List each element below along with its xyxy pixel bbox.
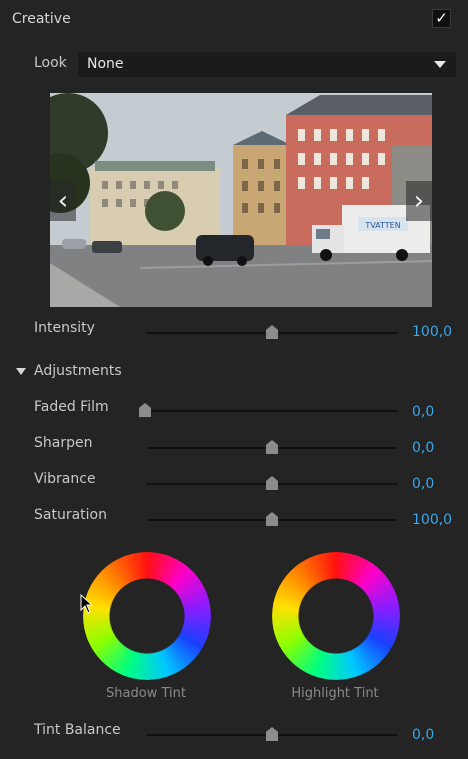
adjustments-collapse-icon[interactable]: [16, 368, 26, 375]
look-dropdown[interactable]: None: [78, 52, 456, 77]
creative-enable-checkbox[interactable]: ✓: [432, 9, 451, 28]
vibrance-slider-thumb[interactable]: [266, 476, 278, 490]
intensity-value[interactable]: 100,0: [412, 324, 452, 340]
faded-film-label: Faded Film: [34, 399, 109, 415]
preview-next-button[interactable]: ›: [406, 181, 432, 221]
faded-film-value[interactable]: 0,0: [412, 404, 434, 420]
section-title-creative[interactable]: Creative: [12, 11, 71, 27]
highlight-tint-color-wheel[interactable]: [272, 552, 400, 680]
sharpen-label: Sharpen: [34, 435, 93, 451]
saturation-value[interactable]: 100,0: [412, 512, 452, 528]
mouse-pointer-icon: [80, 594, 92, 614]
street-scene-illustration: TVATTEN: [50, 93, 432, 307]
sharpen-slider-thumb[interactable]: [266, 440, 278, 454]
faded-film-slider-track[interactable]: [147, 410, 397, 412]
look-preview-image: TVATTEN ‹ ›: [50, 93, 432, 307]
tint-balance-value[interactable]: 0,0: [412, 727, 434, 743]
intensity-slider-thumb[interactable]: [266, 325, 278, 339]
saturation-label: Saturation: [34, 507, 107, 523]
saturation-slider-thumb[interactable]: [266, 512, 278, 526]
highlight-tint-label: Highlight Tint: [291, 686, 379, 701]
vibrance-label: Vibrance: [34, 471, 96, 487]
preview-prev-button[interactable]: ‹: [50, 181, 76, 221]
shadow-tint-color-wheel[interactable]: [83, 552, 211, 680]
look-selected-value: None: [87, 56, 124, 72]
look-label: Look: [34, 55, 67, 71]
faded-film-slider-thumb[interactable]: [139, 403, 151, 417]
vibrance-value[interactable]: 0,0: [412, 476, 434, 492]
sharpen-value[interactable]: 0,0: [412, 440, 434, 456]
adjustments-title[interactable]: Adjustments: [34, 363, 122, 379]
intensity-label: Intensity: [34, 320, 95, 336]
dropdown-caret-icon: [434, 61, 446, 68]
shadow-tint-label: Shadow Tint: [106, 686, 186, 701]
tint-balance-label: Tint Balance: [34, 722, 121, 738]
truck-sign-text: TVATTEN: [364, 221, 400, 230]
tint-balance-slider-thumb[interactable]: [266, 727, 278, 741]
